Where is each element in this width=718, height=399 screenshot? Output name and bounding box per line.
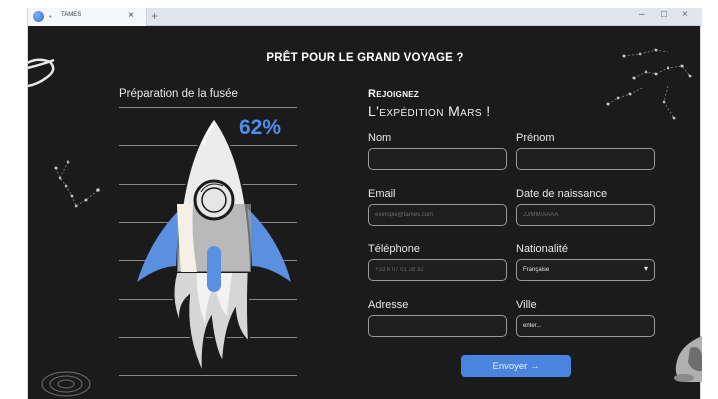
nationalite-label: Nationalité: [516, 243, 568, 255]
maximize-icon[interactable]: □: [661, 9, 667, 20]
tab-close-icon[interactable]: ×: [128, 10, 134, 21]
telephone-field[interactable]: [368, 259, 507, 281]
astronaut-figure: [674, 336, 702, 382]
new-tab-icon[interactable]: +: [151, 9, 158, 23]
email-label: Email: [368, 188, 396, 200]
rocket-fin-left: [137, 208, 181, 282]
tab-title: TAMES: [61, 12, 82, 18]
submit-button[interactable]: Envoyer →: [461, 355, 571, 377]
constellation-icon: [54, 160, 101, 208]
adresse-field[interactable]: [368, 315, 507, 337]
page-headline: PRÊT POUR LE GRAND VOYAGE ?: [266, 52, 464, 64]
nationalite-selected-value: Française: [523, 267, 550, 273]
rocket-fin-right: [247, 208, 291, 282]
birthdate-label: Date de naissance: [516, 188, 608, 200]
form-title-line1: Rejoignez: [368, 88, 420, 100]
ville-label: Ville: [516, 299, 537, 311]
browser-tab[interactable]: • TAMES ×: [28, 8, 147, 26]
page-content: PRÊT POUR LE GRAND VOYAGE ? Préparation …: [28, 26, 702, 399]
nom-label: Nom: [368, 132, 392, 144]
ville-field[interactable]: [516, 315, 655, 337]
chevron-down-icon: ▾: [643, 264, 648, 273]
telephone-label: Téléphone: [368, 243, 420, 255]
nationalite-select[interactable]: Française ▾: [516, 259, 655, 281]
minimize-icon[interactable]: –: [639, 9, 645, 20]
browser-titlebar: • TAMES × + – □ ×: [28, 8, 702, 26]
rocket-progress-percent: 62%: [239, 116, 282, 139]
tab-dot: •: [49, 14, 52, 21]
galaxy-icon: [41, 371, 91, 397]
browser-window: • TAMES × + – □ × PRÊT POUR LE GRAND VOY…: [27, 8, 702, 399]
email-field[interactable]: [368, 204, 507, 226]
nom-field[interactable]: [368, 148, 507, 170]
browser-favicon-icon: [33, 11, 44, 22]
form-title-line2: L'expédition Mars !: [368, 103, 491, 119]
prenom-field[interactable]: [516, 148, 655, 170]
prenom-label: Prénom: [516, 132, 555, 144]
window-close-icon[interactable]: ×: [682, 9, 688, 20]
adresse-label: Adresse: [368, 299, 409, 311]
birthdate-field[interactable]: [516, 204, 655, 226]
